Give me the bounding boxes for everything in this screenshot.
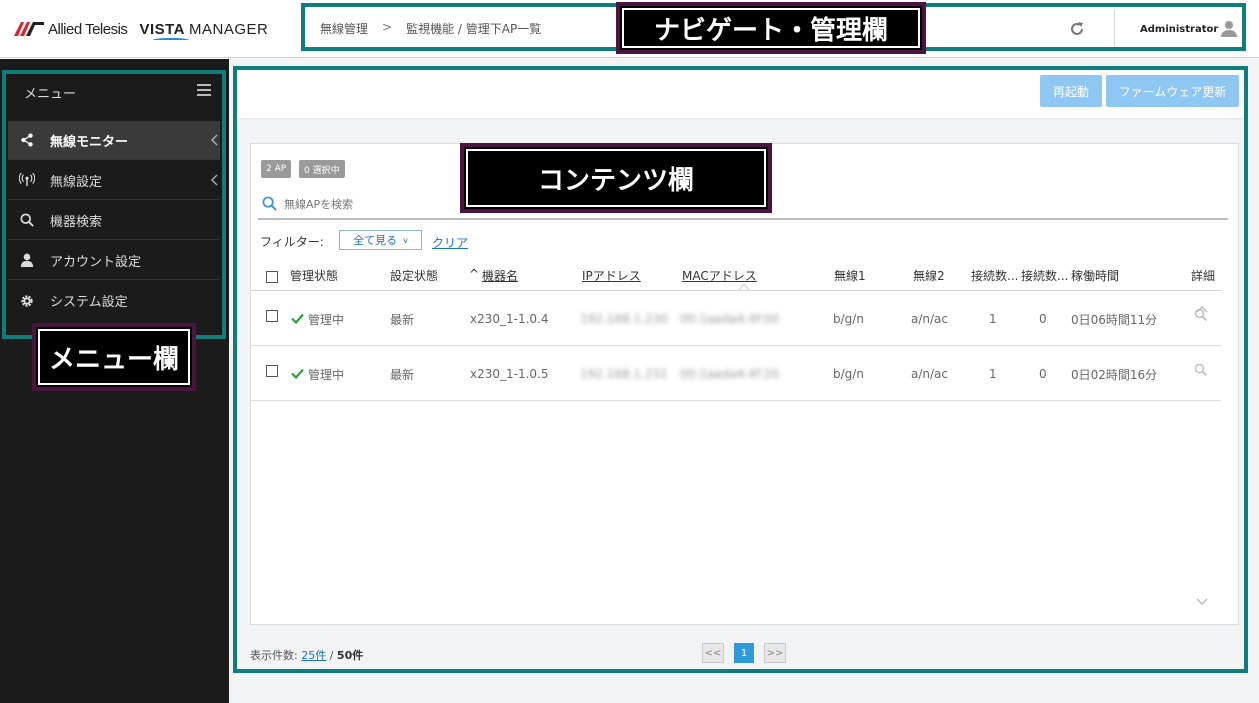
- product-manager: MANAGER: [189, 20, 269, 38]
- annotation-menu-label: メニュー欄: [32, 323, 196, 391]
- allied-telesis-logo-icon: [14, 22, 44, 36]
- logo: Allied Telesis VISTA MANAGER: [14, 17, 268, 41]
- annotation-content-label: コンテンツ欄: [460, 143, 772, 213]
- product-vista-text: VISTA: [139, 20, 185, 38]
- product-vista: VISTA: [139, 20, 190, 40]
- annotation-nav-label: ナビゲート・管理欄: [616, 2, 926, 54]
- brand-name: Allied Telesis: [48, 20, 128, 38]
- menu-annotation-frame: [2, 70, 226, 339]
